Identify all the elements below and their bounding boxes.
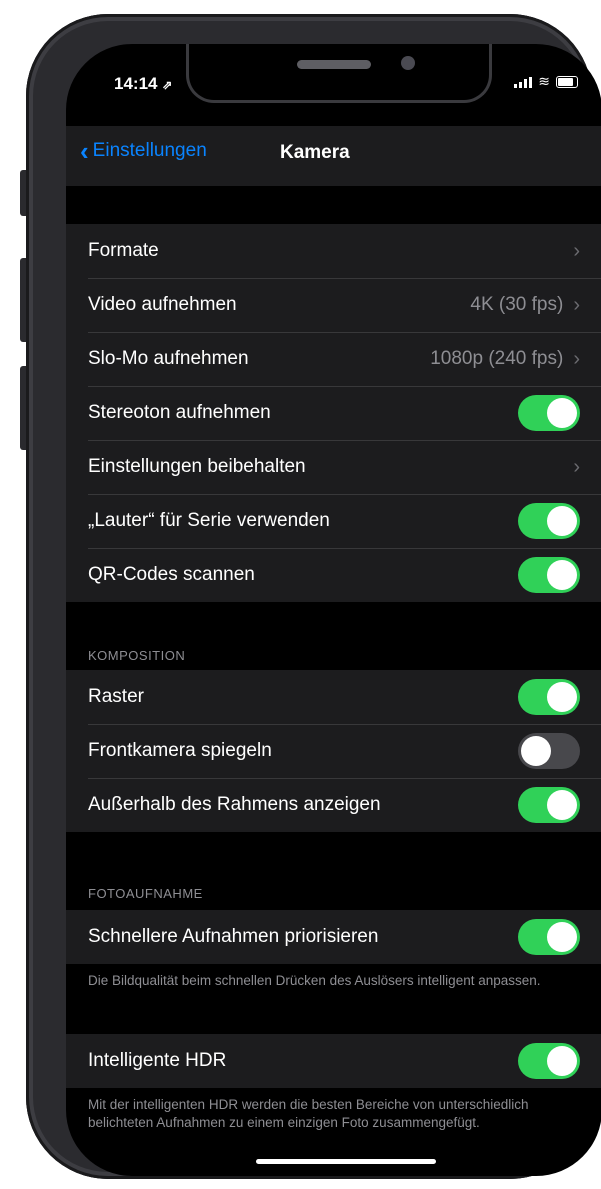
status-time-text: 14:14 — [114, 74, 158, 93]
row-slomo-aufnehmen[interactable]: Slo-Mo aufnehmen 1080p (240 fps) › — [66, 332, 601, 386]
row-value: 4K (30 fps) — [470, 294, 564, 315]
row-value: 1080p (240 fps) — [430, 348, 564, 369]
row-label: Intelligente HDR — [88, 1050, 227, 1071]
row-label: Formate — [88, 240, 159, 261]
group-capture: Formate › Video aufnehmen 4K (30 fps) › … — [66, 224, 601, 602]
row-video-aufnehmen[interactable]: Video aufnehmen 4K (30 fps) › — [66, 278, 601, 332]
group-fotoaufnahme: Schnellere Aufnahmen priorisieren — [66, 910, 601, 964]
row-label: Einstellungen beibehalten — [88, 456, 306, 477]
location-arrow-icon: ⇗ — [162, 78, 173, 92]
row-einstellungen-beibehalten[interactable]: Einstellungen beibehalten › — [66, 440, 601, 494]
schnellere-aufnahmen-toggle[interactable] — [518, 919, 580, 955]
wifi-icon: ≋ — [538, 73, 550, 89]
row-intelligente-hdr: Intelligente HDR — [66, 1034, 601, 1088]
row-raster: Raster — [66, 670, 601, 724]
chevron-left-icon: ‹ — [80, 136, 89, 166]
settings-list: Formate › Video aufnehmen 4K (30 fps) › … — [66, 186, 601, 1132]
row-label: Schnellere Aufnahmen priorisieren — [88, 926, 379, 947]
status-icons: ≋ — [514, 74, 578, 88]
navigation-bar: ‹ Einstellungen Kamera — [66, 126, 601, 186]
signal-icon — [514, 77, 533, 88]
row-qr-codes: QR-Codes scannen — [66, 548, 601, 602]
row-label: QR-Codes scannen — [88, 564, 255, 585]
chevron-right-icon: › — [573, 239, 580, 262]
stereoton-toggle[interactable] — [518, 395, 580, 431]
chevron-right-icon: › — [573, 293, 580, 316]
row-label: Frontkamera spiegeln — [88, 740, 272, 761]
chevron-right-icon: › — [573, 455, 580, 478]
row-ausserhalb-rahmen: Außerhalb des Rahmens anzeigen — [66, 778, 601, 832]
row-label: „Lauter“ für Serie verwenden — [88, 510, 330, 531]
chevron-right-icon: › — [573, 347, 580, 370]
row-schnellere-aufnahmen: Schnellere Aufnahmen priorisieren — [66, 910, 601, 964]
notch — [186, 44, 492, 103]
ausserhalb-rahmen-toggle[interactable] — [518, 787, 580, 823]
row-frontkamera-spiegeln: Frontkamera spiegeln — [66, 724, 601, 778]
section-header-komposition: KOMPOSITION — [88, 648, 186, 663]
phone-frame: 14:14 ⇗ ≋ ‹ Einstellungen Kamera Formate… — [26, 14, 601, 1179]
row-label: Raster — [88, 686, 144, 707]
section-header-fotoaufnahme: FOTOAUFNAHME — [88, 886, 203, 901]
back-button[interactable]: ‹ Einstellungen — [80, 136, 207, 166]
back-button-label: Einstellungen — [92, 140, 207, 161]
row-lauter-serie: „Lauter“ für Serie verwenden — [66, 494, 601, 548]
intelligente-hdr-toggle[interactable] — [518, 1043, 580, 1079]
front-camera — [401, 56, 415, 70]
speaker — [297, 60, 371, 69]
row-stereoton: Stereoton aufnehmen — [66, 386, 601, 440]
row-label: Slo-Mo aufnehmen — [88, 348, 249, 369]
frontkamera-spiegeln-toggle[interactable] — [518, 733, 580, 769]
row-label: Außerhalb des Rahmens anzeigen — [88, 794, 381, 815]
home-indicator[interactable] — [256, 1159, 436, 1164]
qr-codes-toggle[interactable] — [518, 557, 580, 593]
footer-fotoaufnahme: Die Bildqualität beim schnellen Drücken … — [88, 973, 541, 988]
group-komposition: Raster Frontkamera spiegeln Außerhalb de… — [66, 670, 601, 832]
status-time: 14:14 ⇗ — [114, 74, 172, 94]
page-title: Kamera — [280, 142, 350, 163]
row-label: Stereoton aufnehmen — [88, 402, 271, 423]
footer-hdr: Mit der intelligenten HDR werden die bes… — [88, 1097, 529, 1130]
group-hdr: Intelligente HDR — [66, 1034, 601, 1088]
lauter-serie-toggle[interactable] — [518, 503, 580, 539]
raster-toggle[interactable] — [518, 679, 580, 715]
screen: 14:14 ⇗ ≋ ‹ Einstellungen Kamera Formate… — [66, 44, 601, 1176]
row-label: Video aufnehmen — [88, 294, 237, 315]
battery-icon — [556, 76, 578, 88]
row-formate[interactable]: Formate › — [66, 224, 601, 278]
